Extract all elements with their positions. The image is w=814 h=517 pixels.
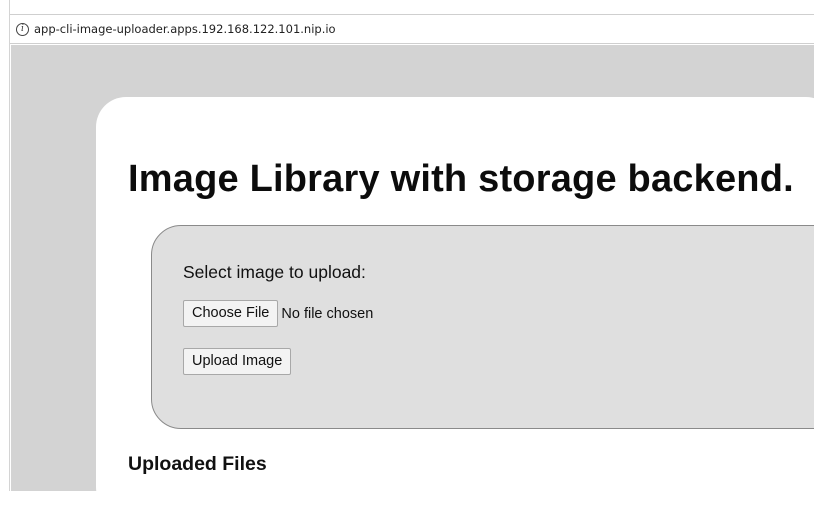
upload-form: Select image to upload: Choose File No f… bbox=[151, 225, 814, 429]
file-input: Choose File No file chosen bbox=[183, 300, 373, 327]
choose-file-button[interactable]: Choose File bbox=[183, 300, 279, 327]
info-icon[interactable]: i bbox=[16, 22, 29, 36]
browser-window: i app-cli-image-uploader.apps.192.168.12… bbox=[0, 0, 814, 517]
address-bar[interactable]: i app-cli-image-uploader.apps.192.168.12… bbox=[10, 14, 814, 44]
main-container: Image Library with storage backend. Sele… bbox=[96, 97, 814, 517]
file-status-text: No file chosen bbox=[281, 305, 374, 322]
page-viewport: Image Library with storage backend. Sele… bbox=[11, 45, 814, 517]
page-title: Image Library with storage backend. bbox=[128, 158, 794, 200]
window-edge bbox=[0, 0, 10, 491]
url-text[interactable]: app-cli-image-uploader.apps.192.168.122.… bbox=[34, 22, 336, 36]
select-image-label: Select image to upload: bbox=[183, 262, 366, 282]
uploaded-files-heading: Uploaded Files bbox=[128, 453, 267, 475]
upload-image-button[interactable]: Upload Image bbox=[183, 348, 292, 375]
